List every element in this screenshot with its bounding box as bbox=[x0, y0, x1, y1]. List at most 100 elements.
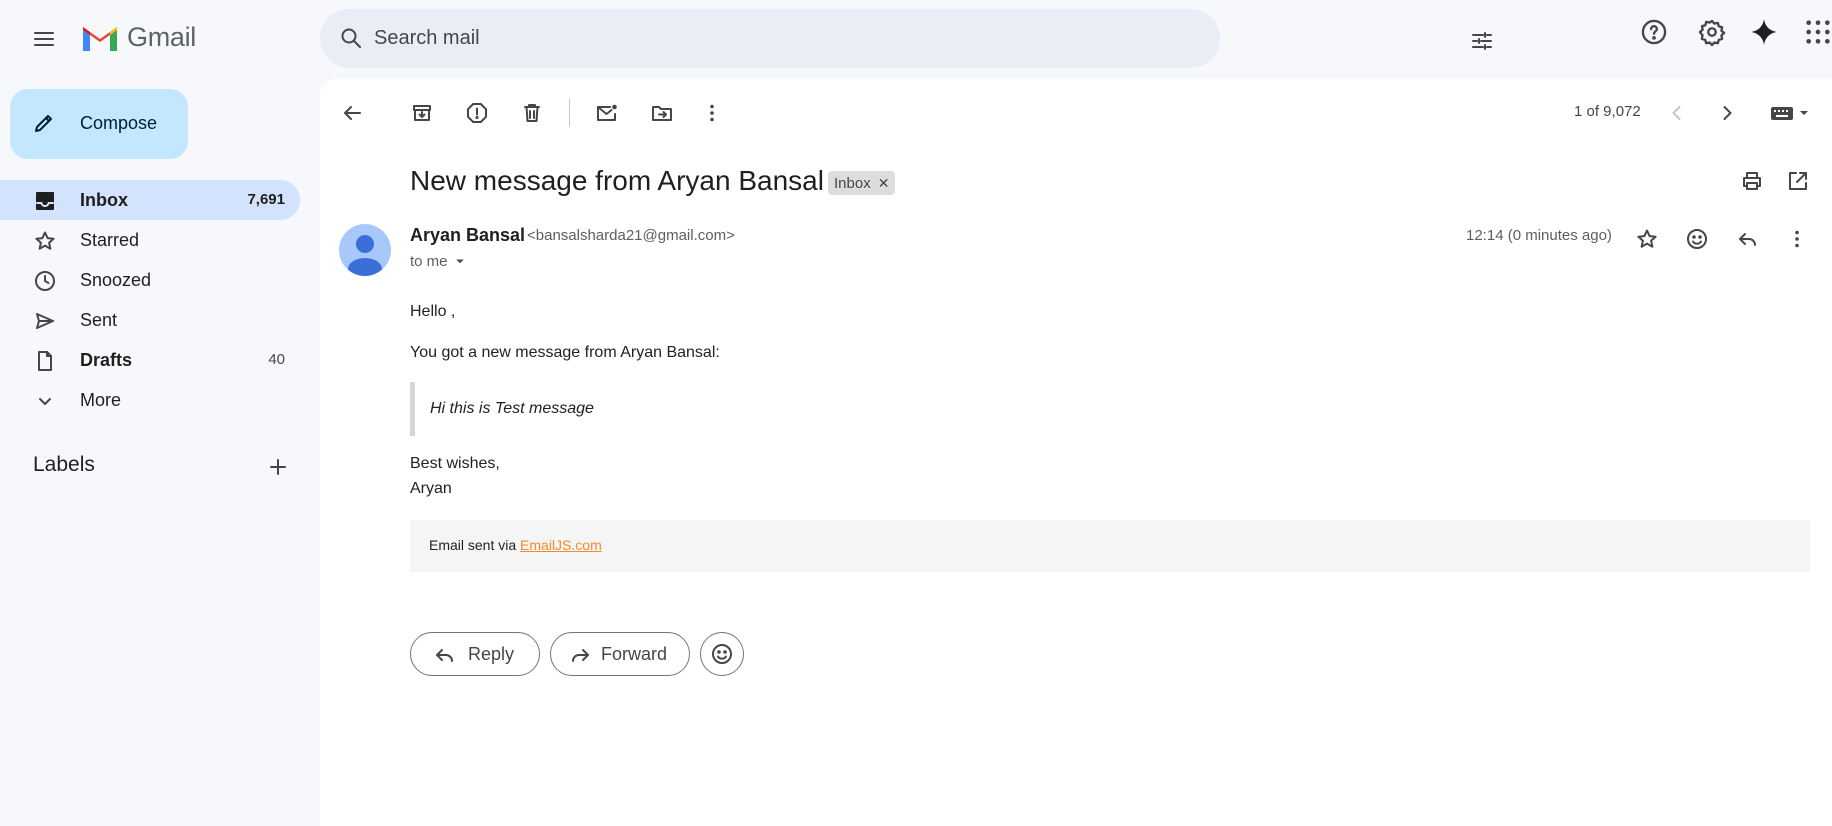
older-button[interactable] bbox=[1707, 93, 1747, 133]
sidebar-item-more[interactable]: More bbox=[0, 380, 300, 420]
settings-button[interactable] bbox=[1698, 18, 1726, 46]
apps-button[interactable] bbox=[1804, 18, 1832, 46]
archive-icon bbox=[413, 105, 431, 121]
remove-label-icon[interactable]: ✕ bbox=[878, 175, 890, 192]
email-footer: Email sent via EmailJS.com bbox=[410, 520, 1810, 572]
delete-button[interactable] bbox=[512, 93, 552, 133]
sidebar-item-drafts[interactable]: Drafts 40 bbox=[0, 340, 300, 380]
reply-icon bbox=[436, 649, 453, 662]
reply-icon bbox=[1739, 233, 1756, 246]
forward-icon bbox=[572, 649, 589, 662]
star-icon bbox=[1637, 229, 1657, 248]
sidebar-item-label: Drafts bbox=[80, 350, 133, 370]
reply-pill-button[interactable]: Reply bbox=[410, 632, 540, 676]
label-chip-text: Inbox bbox=[834, 174, 871, 192]
recipient-details-toggle[interactable]: to me bbox=[410, 252, 469, 270]
message-subject: New message from Aryan Bansal bbox=[410, 165, 824, 196]
emoji-icon bbox=[712, 644, 732, 664]
gemini-button[interactable] bbox=[1750, 18, 1778, 46]
plus-icon bbox=[270, 459, 286, 475]
gear-icon bbox=[1698, 19, 1726, 46]
move-to-folder-icon bbox=[652, 106, 672, 121]
body-intro: You got a new message from Aryan Bansal: bbox=[410, 344, 720, 361]
mark-unread-button[interactable] bbox=[587, 93, 627, 133]
pagination-text: 1 of 9,072 bbox=[1574, 103, 1641, 120]
sidebar-nav: Inbox 7,691 Starred Snoozed Sent Drafts … bbox=[0, 180, 300, 420]
report-spam-button[interactable] bbox=[457, 93, 497, 133]
app-name: Gmail bbox=[127, 22, 197, 52]
help-icon bbox=[1641, 19, 1667, 45]
sidebar-item-label: Snoozed bbox=[80, 270, 152, 290]
avatar[interactable] bbox=[339, 224, 391, 276]
chevron-right-icon bbox=[1723, 106, 1732, 120]
tune-icon bbox=[1472, 32, 1492, 50]
chevron-left-icon bbox=[1672, 106, 1681, 120]
sparkle-icon bbox=[1751, 19, 1777, 45]
newer-button[interactable] bbox=[1657, 93, 1697, 133]
draft-document-icon bbox=[38, 351, 52, 371]
pencil-icon bbox=[35, 115, 52, 132]
sidebar-item-starred[interactable]: Starred bbox=[0, 220, 300, 260]
search-bar bbox=[320, 9, 1492, 68]
draft-count: 40 bbox=[268, 351, 285, 368]
input-tools-button[interactable] bbox=[1760, 93, 1820, 133]
caret-down-icon bbox=[455, 259, 464, 264]
keyboard-icon bbox=[1771, 107, 1808, 120]
open-in-new-icon bbox=[1789, 172, 1807, 190]
unread-count: 7,691 bbox=[247, 191, 285, 208]
more-options-button[interactable] bbox=[692, 93, 732, 133]
sidebar-item-label: More bbox=[80, 390, 122, 410]
sidebar-item-label: Starred bbox=[80, 230, 140, 250]
sidebar-item-label: Inbox bbox=[80, 190, 128, 210]
main-menu-button[interactable] bbox=[20, 15, 68, 63]
hamburger-menu-icon bbox=[34, 32, 54, 46]
star-button[interactable] bbox=[1627, 219, 1667, 259]
forward-pill-button[interactable]: Forward bbox=[550, 632, 690, 676]
body-greeting: Hello , bbox=[410, 303, 456, 320]
sidebar-item-snoozed[interactable]: Snoozed bbox=[0, 260, 300, 300]
sidebar-item-inbox[interactable]: Inbox 7,691 bbox=[0, 180, 300, 220]
footer-text: Email sent via EmailJS.com bbox=[429, 537, 602, 553]
search-input[interactable] bbox=[374, 9, 1154, 68]
search-options-button[interactable] bbox=[1470, 29, 1494, 53]
reply-button[interactable] bbox=[1727, 219, 1767, 259]
add-reaction-button[interactable] bbox=[1677, 219, 1717, 259]
message-panel: 1 of 9,072 New message from Aryan Bansal… bbox=[320, 79, 1832, 826]
open-new-window-button[interactable] bbox=[1778, 161, 1818, 201]
apps-grid-icon bbox=[1806, 20, 1830, 44]
emailjs-link[interactable]: EmailJS.com bbox=[520, 537, 602, 553]
search-button[interactable] bbox=[334, 21, 368, 55]
top-bar: Gmail bbox=[0, 0, 1832, 78]
reply-label: Reply bbox=[468, 644, 515, 664]
toolbar-divider bbox=[569, 99, 570, 127]
react-pill-button[interactable] bbox=[700, 632, 744, 676]
star-icon bbox=[35, 231, 55, 250]
back-button[interactable] bbox=[332, 93, 372, 133]
sender-email: <bansalsharda21@gmail.com> bbox=[527, 227, 735, 244]
quoted-message: Hi this is Test message bbox=[430, 400, 594, 417]
sender-name[interactable]: Aryan Bansal bbox=[410, 225, 525, 246]
print-all-button[interactable] bbox=[1732, 161, 1772, 201]
help-button[interactable] bbox=[1640, 18, 1668, 46]
send-icon bbox=[36, 313, 54, 329]
sidebar-item-sent[interactable]: Sent bbox=[0, 300, 300, 340]
inbox-label-chip[interactable]: Inbox ✕ bbox=[828, 171, 896, 195]
report-spam-icon bbox=[467, 103, 487, 123]
create-label-button[interactable] bbox=[264, 453, 292, 481]
more-vert-icon bbox=[1795, 230, 1799, 248]
forward-label: Forward bbox=[601, 644, 668, 664]
chevron-down-icon bbox=[39, 398, 51, 405]
emoji-icon bbox=[1687, 229, 1707, 249]
compose-button[interactable]: Compose bbox=[10, 89, 188, 159]
compose-label: Compose bbox=[80, 113, 158, 133]
search-icon bbox=[341, 28, 361, 48]
footer-prefix: Email sent via bbox=[429, 537, 521, 553]
recipient-text: to me bbox=[410, 252, 448, 270]
archive-button[interactable] bbox=[402, 93, 442, 133]
gmail-logo[interactable]: Gmail bbox=[80, 22, 196, 53]
gmail-m-logo-icon bbox=[83, 26, 117, 51]
message-more-button[interactable] bbox=[1777, 219, 1817, 259]
trash-icon bbox=[524, 104, 540, 122]
move-to-button[interactable] bbox=[642, 93, 682, 133]
mark-unread-icon bbox=[597, 104, 617, 121]
